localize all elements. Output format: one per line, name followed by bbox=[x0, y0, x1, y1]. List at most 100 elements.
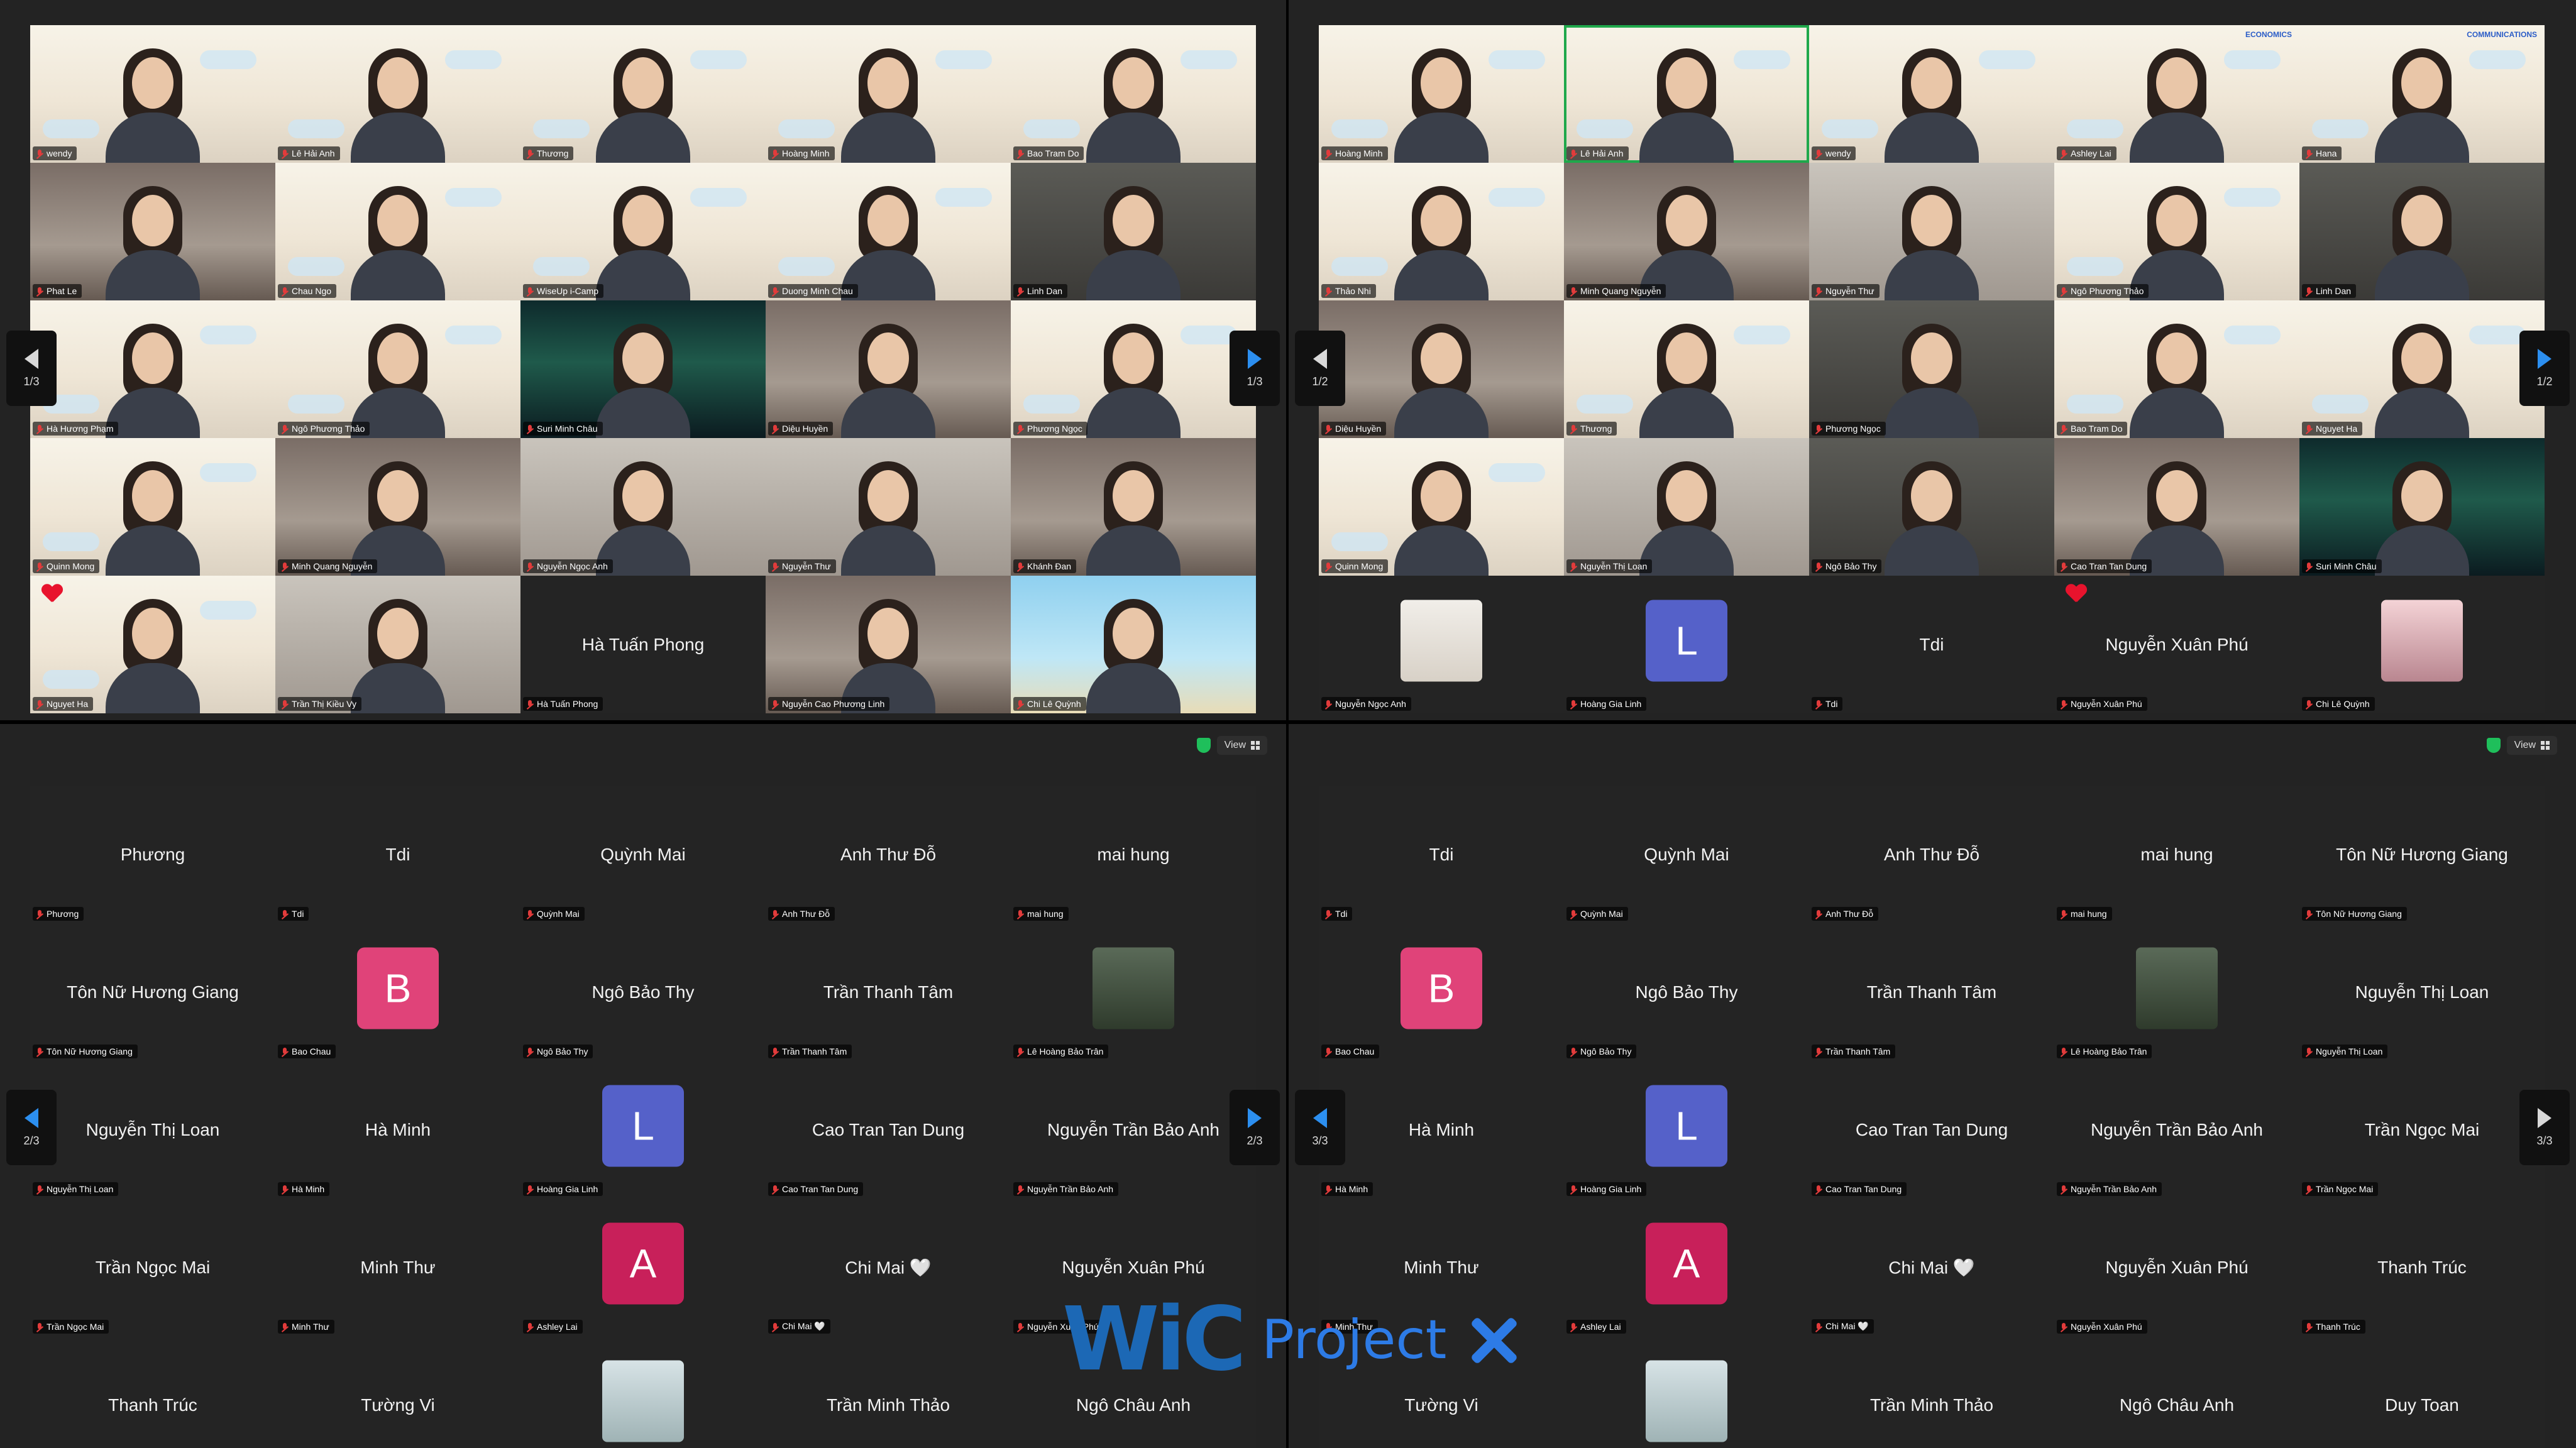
participant-tile[interactable]: Nguyễn Thị Loan bbox=[1564, 438, 1809, 576]
participant-tile[interactable]: A Ashley Lai bbox=[520, 1198, 766, 1336]
participant-tile[interactable]: Thương bbox=[520, 25, 766, 163]
participant-tile[interactable]: Trần Minh Thảo bbox=[1809, 1336, 2054, 1448]
participant-tile[interactable]: Chi Lê Quỳnh bbox=[1011, 576, 1256, 713]
participant-tile[interactable]: wendy bbox=[1809, 25, 2054, 163]
participant-tile[interactable]: Quỳnh Mai Quỳnh Mai bbox=[1564, 786, 1809, 923]
participant-tile[interactable]: Chi Lê Quỳnh bbox=[2299, 576, 2545, 713]
participant-tile[interactable]: Anh Thư Đỗ Anh Thư Đỗ bbox=[766, 786, 1011, 923]
participant-tile[interactable]: Diệu Huyền bbox=[1319, 300, 1564, 438]
previous-page-button[interactable]: 3/3 bbox=[1295, 1090, 1345, 1165]
participant-tile[interactable]: Tường Vi bbox=[275, 1336, 520, 1448]
participant-tile[interactable]: Tdi Tdi bbox=[1319, 786, 1564, 923]
participant-tile[interactable]: Phương Ngọc bbox=[1011, 300, 1256, 438]
participant-tile[interactable]: Trần Ngọc Mai Trần Ngọc Mai bbox=[30, 1198, 275, 1336]
participant-tile[interactable]: Nguyễn Cao Phương Linh bbox=[766, 576, 1011, 713]
participant-tile[interactable]: Hoàng Minh bbox=[1319, 25, 1564, 163]
participant-tile[interactable]: Nguyễn Trần Bảo Anh Nguyễn Trần Bảo Anh bbox=[2054, 1061, 2299, 1198]
participant-tile[interactable]: Thảo Nhi bbox=[1319, 163, 1564, 300]
participant-tile[interactable]: Nguyễn Trần Bảo Anh Nguyễn Trần Bảo Anh bbox=[1011, 1061, 1256, 1198]
participant-tile[interactable]: Hoàng Minh bbox=[766, 25, 1011, 163]
participant-tile[interactable]: Thanh Trúc bbox=[30, 1336, 275, 1448]
participant-tile[interactable]: Quỳnh Mai Quỳnh Mai bbox=[520, 786, 766, 923]
participant-tile[interactable]: Lê Hải Anh bbox=[275, 25, 520, 163]
participant-tile[interactable]: Trần Minh Thảo bbox=[766, 1336, 1011, 1448]
participant-tile[interactable]: Quinn Mong bbox=[1319, 438, 1564, 576]
participant-tile[interactable]: Duong Minh Chau bbox=[766, 163, 1011, 300]
participant-tile[interactable]: Lê Hoàng Bảo Trân bbox=[2054, 923, 2299, 1061]
participant-tile[interactable] bbox=[1564, 1336, 1809, 1448]
next-page-button[interactable]: 3/3 bbox=[2519, 1090, 2570, 1165]
participant-tile[interactable]: Hà Minh Hà Minh bbox=[275, 1061, 520, 1198]
participant-tile[interactable]: Khánh Đan bbox=[1011, 438, 1256, 576]
participant-tile[interactable]: Ngô Châu Anh bbox=[2054, 1336, 2299, 1448]
participant-tile[interactable]: WiseUp i-Camp bbox=[520, 163, 766, 300]
participant-tile[interactable]: Ngô Bảo Thy bbox=[1809, 438, 2054, 576]
participant-tile[interactable]: Nguyễn Thị Loan Nguyễn Thị Loan bbox=[2299, 923, 2545, 1061]
participant-tile[interactable]: COMMUNICATIONS Hana bbox=[2299, 25, 2545, 163]
participant-tile[interactable] bbox=[520, 1336, 766, 1448]
participant-tile[interactable]: Minh Quang Nguyễn bbox=[275, 438, 520, 576]
participant-tile[interactable]: B Bao Chau bbox=[1319, 923, 1564, 1061]
participant-tile[interactable]: Chi Mai 🤍 Chi Mai 🤍 bbox=[766, 1198, 1011, 1336]
participant-tile[interactable]: Suri Minh Châu bbox=[520, 300, 766, 438]
next-page-button[interactable]: 1/2 bbox=[2519, 331, 2570, 406]
participant-tile[interactable]: Hà Tuấn Phong Hà Tuấn Phong bbox=[520, 576, 766, 713]
participant-tile[interactable]: mai hung mai hung bbox=[2054, 786, 2299, 923]
participant-tile[interactable]: Phương Ngọc bbox=[1809, 300, 2054, 438]
participant-tile[interactable]: Ngô Bảo Thy Ngô Bảo Thy bbox=[1564, 923, 1809, 1061]
participant-tile[interactable]: Trần Thanh Tâm Trần Thanh Tâm bbox=[1809, 923, 2054, 1061]
view-button[interactable]: View bbox=[1216, 736, 1267, 755]
participant-tile[interactable]: Duy Toan bbox=[2299, 1336, 2545, 1448]
participant-tile[interactable]: ECONOMICS Ashley Lai bbox=[2054, 25, 2299, 163]
participant-tile[interactable]: Chi Mai 🤍 Chi Mai 🤍 bbox=[1809, 1198, 2054, 1336]
participant-tile[interactable]: Nguyet Ha bbox=[2299, 300, 2545, 438]
participant-tile[interactable]: Suri Minh Châu bbox=[2299, 438, 2545, 576]
participant-tile[interactable]: Quinn Mong bbox=[30, 438, 275, 576]
participant-tile[interactable]: Lê Hoàng Bảo Trân bbox=[1011, 923, 1256, 1061]
participant-tile[interactable]: Diệu Huyền bbox=[766, 300, 1011, 438]
view-button[interactable]: View bbox=[2506, 736, 2557, 755]
participant-tile[interactable]: Nguyet Ha bbox=[30, 576, 275, 713]
participant-tile[interactable]: wendy bbox=[30, 25, 275, 163]
participant-tile[interactable]: Anh Thư Đỗ Anh Thư Đỗ bbox=[1809, 786, 2054, 923]
participant-tile[interactable]: Tôn Nữ Hương Giang Tôn Nữ Hương Giang bbox=[2299, 786, 2545, 923]
participant-tile[interactable]: Linh Dan bbox=[1011, 163, 1256, 300]
next-page-button[interactable]: 1/3 bbox=[1230, 331, 1280, 406]
participant-tile[interactable]: Cao Tran Tan Dung Cao Tran Tan Dung bbox=[766, 1061, 1011, 1198]
participant-tile[interactable]: Thương bbox=[1564, 300, 1809, 438]
participant-tile[interactable]: Tdi Tdi bbox=[1809, 576, 2054, 713]
next-page-button[interactable]: 2/3 bbox=[1230, 1090, 1280, 1165]
participant-tile[interactable]: Thanh Trúc Thanh Trúc bbox=[2299, 1198, 2545, 1336]
participant-tile[interactable]: Bao Tram Do bbox=[1011, 25, 1256, 163]
participant-tile[interactable]: Tdi Tdi bbox=[275, 786, 520, 923]
participant-tile[interactable]: Cao Tran Tan Dung Cao Tran Tan Dung bbox=[1809, 1061, 2054, 1198]
participant-tile[interactable]: Phat Le bbox=[30, 163, 275, 300]
participant-tile[interactable]: Chau Ngo bbox=[275, 163, 520, 300]
participant-tile[interactable]: Trần Thanh Tâm Trần Thanh Tâm bbox=[766, 923, 1011, 1061]
participant-tile[interactable]: Nguyễn Xuân Phú Nguyễn Xuân Phú bbox=[2054, 1198, 2299, 1336]
participant-tile[interactable]: L Hoàng Gia Linh bbox=[1564, 1061, 1809, 1198]
participant-tile[interactable]: Nguyễn Xuân Phú Nguyễn Xuân Phú bbox=[2054, 576, 2299, 713]
participant-tile[interactable]: Ngô Phương Thảo bbox=[275, 300, 520, 438]
participant-tile[interactable]: Bao Tram Do bbox=[2054, 300, 2299, 438]
participant-tile[interactable]: Trần Thị Kiều Vy bbox=[275, 576, 520, 713]
participant-tile[interactable]: Tôn Nữ Hương Giang Tôn Nữ Hương Giang bbox=[30, 923, 275, 1061]
participant-tile[interactable]: Nguyễn Thị Loan Nguyễn Thị Loan bbox=[30, 1061, 275, 1198]
participant-tile[interactable]: Cao Tran Tan Dung bbox=[2054, 438, 2299, 576]
participant-tile[interactable]: Nguyễn Thư bbox=[1809, 163, 2054, 300]
participant-tile[interactable]: L Hoàng Gia Linh bbox=[1564, 576, 1809, 713]
participant-tile[interactable]: Hà Minh Hà Minh bbox=[1319, 1061, 1564, 1198]
previous-page-button[interactable]: 1/3 bbox=[6, 331, 57, 406]
participant-tile[interactable]: Linh Dan bbox=[2299, 163, 2545, 300]
participant-tile[interactable]: Ngô Phương Thảo bbox=[2054, 163, 2299, 300]
participant-tile[interactable]: Minh Quang Nguyễn bbox=[1564, 163, 1809, 300]
participant-tile[interactable]: Trần Ngọc Mai Trần Ngọc Mai bbox=[2299, 1061, 2545, 1198]
participant-tile[interactable]: Hà Hương Phạm bbox=[30, 300, 275, 438]
participant-tile[interactable]: L Hoàng Gia Linh bbox=[520, 1061, 766, 1198]
participant-tile[interactable]: mai hung mai hung bbox=[1011, 786, 1256, 923]
participant-tile[interactable]: Minh Thư Minh Thư bbox=[275, 1198, 520, 1336]
previous-page-button[interactable]: 1/2 bbox=[1295, 331, 1345, 406]
participant-tile[interactable]: Phương Phương bbox=[30, 786, 275, 923]
participant-tile[interactable]: Nguyễn Ngọc Anh bbox=[1319, 576, 1564, 713]
previous-page-button[interactable]: 2/3 bbox=[6, 1090, 57, 1165]
